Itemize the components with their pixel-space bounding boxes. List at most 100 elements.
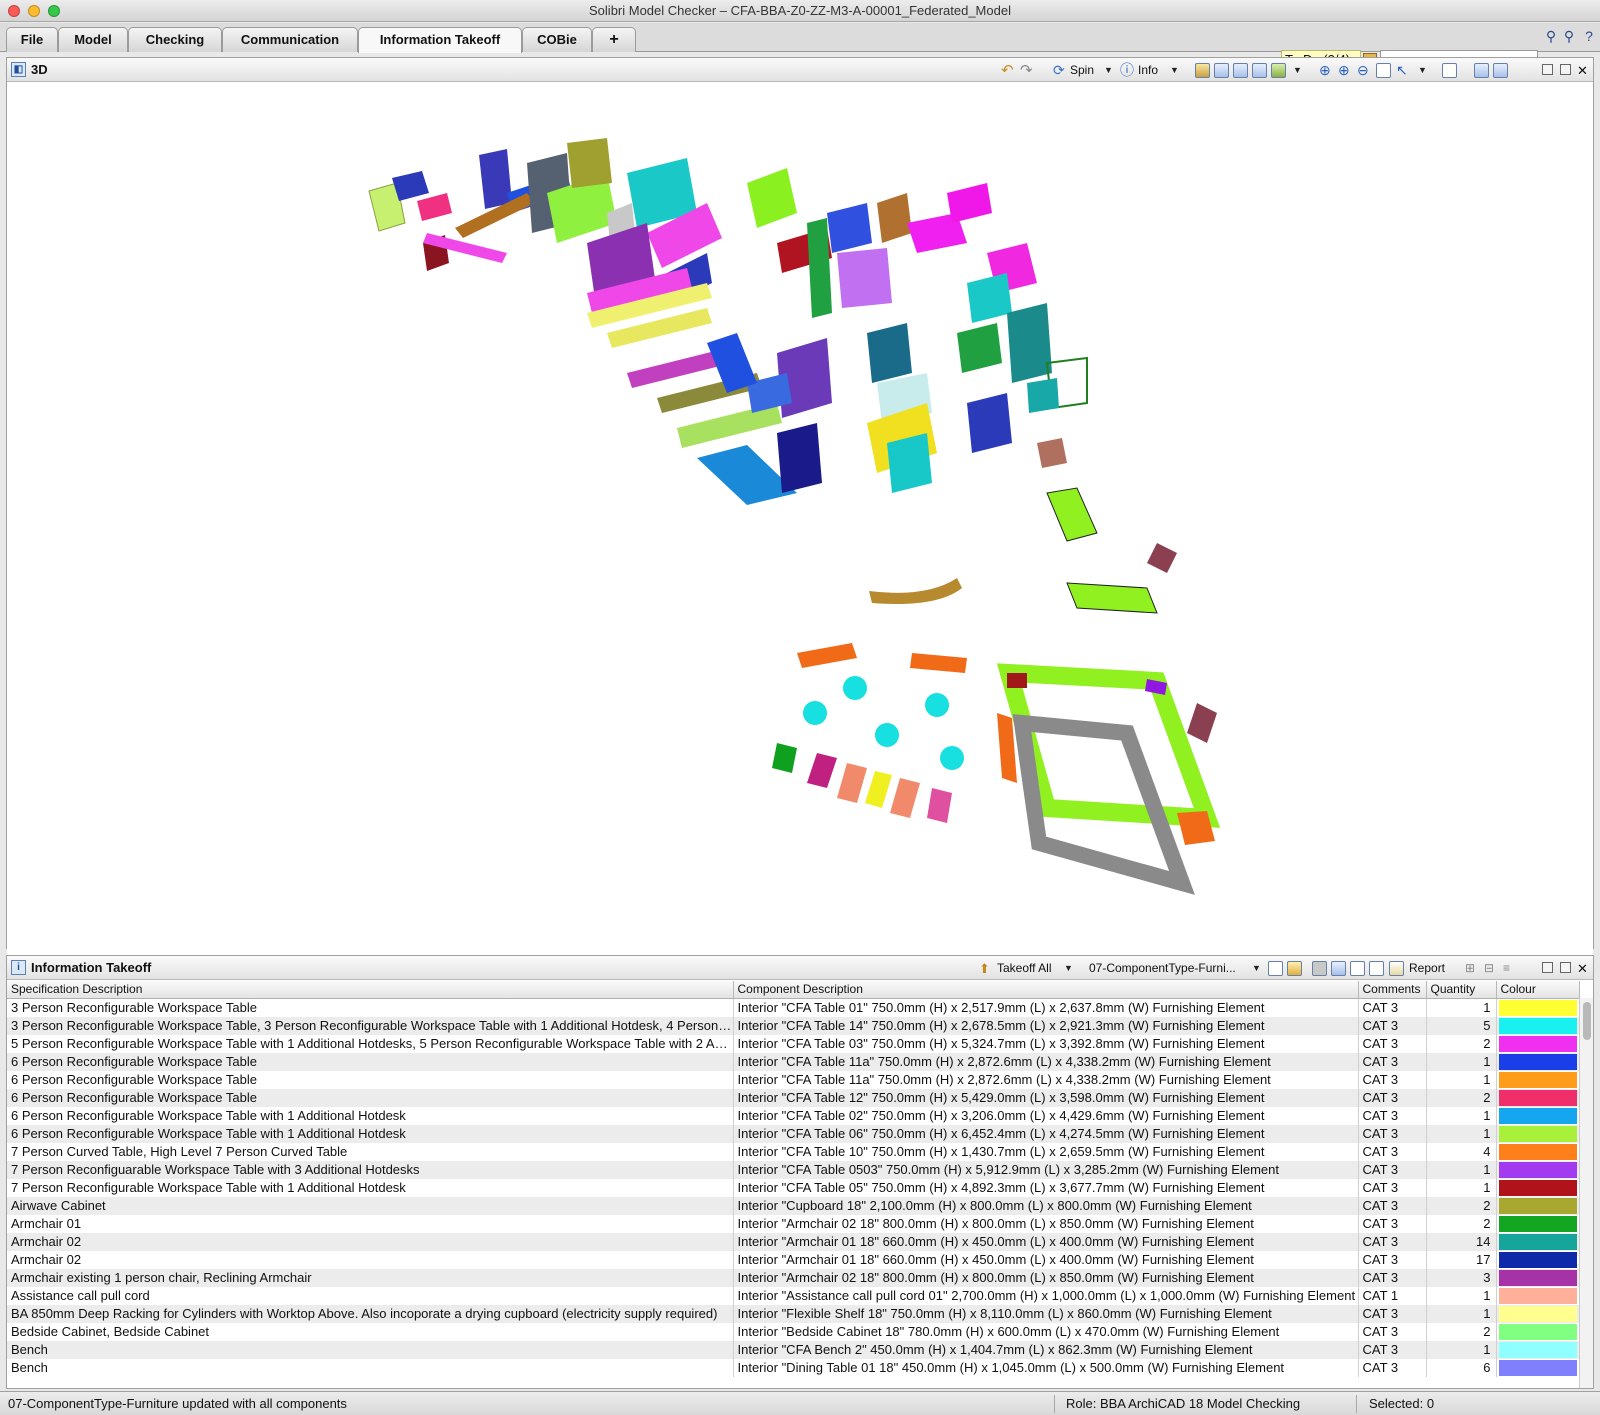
- table-row[interactable]: 5 Person Reconfigurable Workspace Table …: [7, 1034, 1580, 1053]
- colour-swatch[interactable]: [1498, 1071, 1577, 1088]
- zoom-in-icon[interactable]: ⊕: [1338, 63, 1350, 78]
- tab-cobie[interactable]: COBie: [522, 27, 592, 52]
- view-top-icon[interactable]: [1252, 63, 1267, 78]
- search-next-icon[interactable]: ⚲: [1561, 27, 1577, 45]
- table-row[interactable]: 7 Person Reconfiguarable Workspace Table…: [7, 1160, 1580, 1179]
- table-row[interactable]: Assistance call pull cord Interior "Assis…: [7, 1286, 1580, 1305]
- column-header-component[interactable]: Component Description: [733, 981, 1359, 999]
- colour-cell[interactable]: [1496, 998, 1580, 1017]
- colour-swatch[interactable]: [1498, 1251, 1577, 1268]
- close-panel-icon[interactable]: ✕: [1577, 63, 1588, 78]
- colour-cell[interactable]: [1496, 1214, 1580, 1233]
- colour-swatch[interactable]: [1498, 1035, 1577, 1052]
- table-row[interactable]: 6 Person Reconfigurable Workspace Table …: [7, 1106, 1580, 1125]
- group-icon[interactable]: ≡: [1503, 961, 1510, 976]
- colour-swatch[interactable]: [1498, 999, 1577, 1016]
- zoom-window-icon[interactable]: [1376, 63, 1391, 78]
- colour-cell[interactable]: [1496, 1232, 1580, 1251]
- colour-swatch[interactable]: [1498, 1341, 1577, 1358]
- colour-swatch[interactable]: [1498, 1107, 1577, 1124]
- table-row[interactable]: 7 Person Curved Table, High Level 7 Pers…: [7, 1142, 1580, 1161]
- add-tab-button[interactable]: +: [592, 27, 636, 52]
- colour-swatch[interactable]: [1498, 1359, 1577, 1376]
- tab-model[interactable]: Model: [58, 27, 128, 52]
- table-row[interactable]: Armchair 02 Interior "Armchair 01 18" 660…: [7, 1250, 1580, 1269]
- maximize-panel-button[interactable]: [1560, 64, 1571, 75]
- colour-swatch[interactable]: [1498, 1269, 1577, 1286]
- colour-swatch[interactable]: [1498, 1125, 1577, 1142]
- box-section-icon[interactable]: [1442, 63, 1457, 78]
- spin-mode-button[interactable]: Spin: [1070, 63, 1094, 78]
- table-row[interactable]: Bench Interior "Dining Table 01 18" 450.0…: [7, 1358, 1580, 1377]
- undo-view-icon[interactable]: ↶: [1001, 63, 1014, 78]
- spin-dropdown-icon[interactable]: ▼: [1104, 63, 1113, 78]
- new-definition-icon[interactable]: [1268, 961, 1283, 976]
- save-icon[interactable]: [1331, 961, 1346, 976]
- expand-all-icon[interactable]: ⊞: [1465, 961, 1475, 976]
- select-tool-icon[interactable]: ↖: [1396, 63, 1408, 78]
- views-dropdown-icon[interactable]: ▼: [1293, 63, 1302, 78]
- zoom-fit-icon[interactable]: ⊕: [1319, 63, 1331, 78]
- colour-cell[interactable]: [1496, 1178, 1580, 1197]
- table-row[interactable]: 3 Person Reconfigurable Workspace Table I…: [7, 998, 1580, 1017]
- colour-swatch[interactable]: [1498, 1233, 1577, 1250]
- table-row[interactable]: 3 Person Reconfigurable Workspace Table,…: [7, 1016, 1580, 1035]
- table-row[interactable]: Armchair 01 Interior "Armchair 02 18" 800…: [7, 1214, 1580, 1233]
- colour-cell[interactable]: [1496, 1286, 1580, 1305]
- colour-cell[interactable]: [1496, 1124, 1580, 1143]
- tab-communication[interactable]: Communication: [222, 27, 358, 52]
- minimize-window-button[interactable]: [28, 5, 40, 17]
- colour-cell[interactable]: [1496, 1340, 1580, 1359]
- layers-icon[interactable]: [1493, 63, 1508, 78]
- model-3d-viewport[interactable]: [7, 83, 1593, 1006]
- scrollbar-thumb[interactable]: [1583, 1002, 1591, 1040]
- help-icon[interactable]: ?: [1581, 27, 1597, 45]
- colour-cell[interactable]: [1496, 1106, 1580, 1125]
- report-icon[interactable]: [1389, 961, 1404, 976]
- tab-information-takeoff[interactable]: Information Takeoff: [358, 27, 522, 53]
- info-dropdown-icon[interactable]: ▼: [1170, 63, 1179, 78]
- definition-dropdown-icon[interactable]: ▼: [1252, 961, 1261, 976]
- redo-view-icon[interactable]: ↷: [1020, 63, 1033, 78]
- tab-checking[interactable]: Checking: [128, 27, 222, 52]
- table-row[interactable]: Armchair 02 Interior "Armchair 01 18" 660…: [7, 1232, 1580, 1251]
- colour-cell[interactable]: [1496, 1016, 1580, 1035]
- colour-cell[interactable]: [1496, 1160, 1580, 1179]
- zoom-out-icon[interactable]: ⊖: [1357, 63, 1369, 78]
- minimize-takeoff-button[interactable]: [1542, 962, 1553, 973]
- colour-swatch[interactable]: [1498, 1143, 1577, 1160]
- colour-swatch[interactable]: [1498, 1323, 1577, 1340]
- colour-swatch[interactable]: [1498, 1287, 1577, 1304]
- table-row[interactable]: 6 Person Reconfigurable Workspace Table I…: [7, 1088, 1580, 1107]
- spin-icon[interactable]: ⟳: [1053, 63, 1065, 78]
- table-row[interactable]: 6 Person Reconfigurable Workspace Table …: [7, 1124, 1580, 1143]
- colour-cell[interactable]: [1496, 1196, 1580, 1215]
- collapse-all-icon[interactable]: ⊟: [1484, 961, 1494, 976]
- colour-swatch[interactable]: [1498, 1161, 1577, 1178]
- table-row[interactable]: Bench Interior "CFA Bench 2" 450.0mm (H) …: [7, 1340, 1580, 1359]
- colour-cell[interactable]: [1496, 1304, 1580, 1323]
- table-row[interactable]: 7 Person Reconfigurable Workspace Table …: [7, 1178, 1580, 1197]
- takeoff-definition-select[interactable]: 07-ComponentType-Furni...: [1089, 961, 1236, 976]
- colour-swatch[interactable]: [1498, 1197, 1577, 1214]
- info-button[interactable]: Info: [1138, 63, 1158, 78]
- colour-swatch[interactable]: [1498, 1215, 1577, 1232]
- colour-cell[interactable]: [1496, 1322, 1580, 1341]
- takeoff-all-button[interactable]: Takeoff All: [997, 961, 1051, 976]
- column-header-specification[interactable]: Specification Description: [7, 981, 734, 999]
- info-icon[interactable]: ⓘ: [1120, 63, 1134, 78]
- view-front-icon[interactable]: [1214, 63, 1229, 78]
- table-row[interactable]: Airwave Cabinet Interior "Cupboard 18" 2,…: [7, 1196, 1580, 1215]
- colour-cell[interactable]: [1496, 1088, 1580, 1107]
- table-row[interactable]: BA 850mm Deep Racking for Cylinders with…: [7, 1304, 1580, 1323]
- table-row[interactable]: 6 Person Reconfigurable Workspace Table I…: [7, 1052, 1580, 1071]
- binoculars-icon[interactable]: ⚲: [1543, 27, 1559, 45]
- list-icon[interactable]: [1369, 961, 1384, 976]
- takeoff-all-dropdown-icon[interactable]: ▼: [1064, 961, 1073, 976]
- table-row[interactable]: Armchair existing 1 person chair, Reclin…: [7, 1268, 1580, 1287]
- colour-swatch[interactable]: [1498, 1089, 1577, 1106]
- zoom-window-button[interactable]: [48, 5, 60, 17]
- column-header-comments[interactable]: Comments: [1358, 981, 1427, 999]
- colour-cell[interactable]: [1496, 1070, 1580, 1089]
- camera-icon[interactable]: [1474, 63, 1489, 78]
